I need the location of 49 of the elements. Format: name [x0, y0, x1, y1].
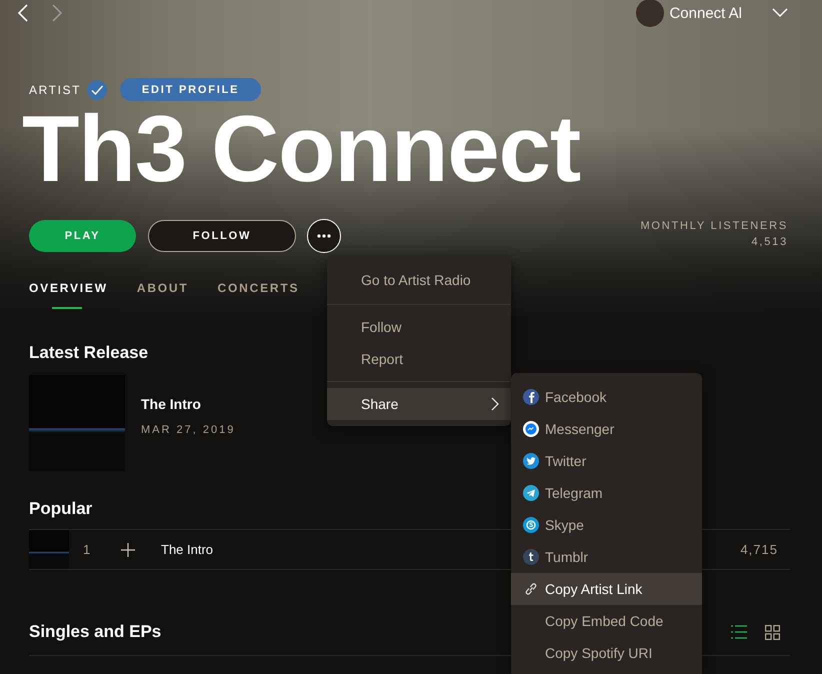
share-menu-item[interactable]: Facebook: [511, 381, 702, 413]
facebook-icon: [523, 389, 539, 405]
section-heading: Singles and EPs: [29, 622, 162, 642]
list-view-button[interactable]: [731, 624, 747, 640]
share-menu-item[interactable]: Copy Artist Link: [511, 573, 702, 605]
share-menu-item[interactable]: Skype: [511, 509, 702, 541]
section-heading: Latest Release: [29, 343, 148, 363]
section-heading: Popular: [29, 499, 92, 519]
artist-name: Th3 Connect: [22, 103, 582, 195]
tab[interactable]: CONCERTS: [218, 281, 300, 309]
artist-label: ARTIST: [29, 82, 82, 96]
play-count: 4,715: [740, 542, 778, 557]
grid-view-button[interactable]: [765, 624, 780, 640]
share-menu-item[interactable]: Copy Embed Code: [511, 605, 702, 637]
more-button[interactable]: [307, 219, 341, 253]
share-menu-item[interactable]: Messenger: [511, 413, 702, 445]
track-title: The Intro: [161, 542, 214, 557]
share-menu-item[interactable]: Tumblr: [511, 541, 702, 573]
monthly-listeners-label: MONTHLY LISTENERS: [640, 220, 788, 232]
track-number: 1: [83, 542, 92, 557]
tab[interactable]: ABOUT: [136, 281, 189, 309]
chevron-down-icon: [772, 8, 788, 18]
list-icon: [731, 624, 747, 638]
tumblr-icon: [523, 549, 539, 565]
release-date: MAR 27, 2019: [141, 424, 236, 436]
skype-icon: [523, 517, 539, 533]
share-menu-item[interactable]: Twitter: [511, 445, 702, 477]
paper-plane-icon: [523, 485, 539, 501]
more-dots-icon: [317, 234, 331, 238]
menu-item[interactable]: Go to Artist Radio: [327, 264, 511, 296]
grid-icon: [765, 624, 780, 640]
bird-icon: [523, 453, 539, 469]
menu-item[interactable]: Share: [327, 388, 511, 420]
back-button[interactable]: [17, 4, 29, 22]
share-menu-item[interactable]: Telegram: [511, 477, 702, 509]
follow-button[interactable]: FOLLOW: [148, 220, 296, 252]
edit-profile-button[interactable]: EDIT PROFILE: [120, 78, 262, 101]
tab[interactable]: OVERVIEW: [29, 281, 108, 309]
menu-item[interactable]: Follow: [327, 311, 511, 343]
plus-icon[interactable]: [121, 542, 135, 556]
release-title[interactable]: The Intro: [141, 396, 236, 412]
link-icon: [523, 581, 539, 597]
messenger-icon: [523, 421, 539, 437]
avatar[interactable]: [636, 0, 664, 27]
user-name[interactable]: Connect Al: [669, 4, 742, 22]
menu-item[interactable]: Report: [327, 343, 511, 375]
track-thumbnail-placeholder: [29, 530, 69, 569]
share-menu-item[interactable]: Copy Spotify URI: [511, 637, 702, 669]
monthly-listeners-count: 4,513: [750, 236, 788, 248]
